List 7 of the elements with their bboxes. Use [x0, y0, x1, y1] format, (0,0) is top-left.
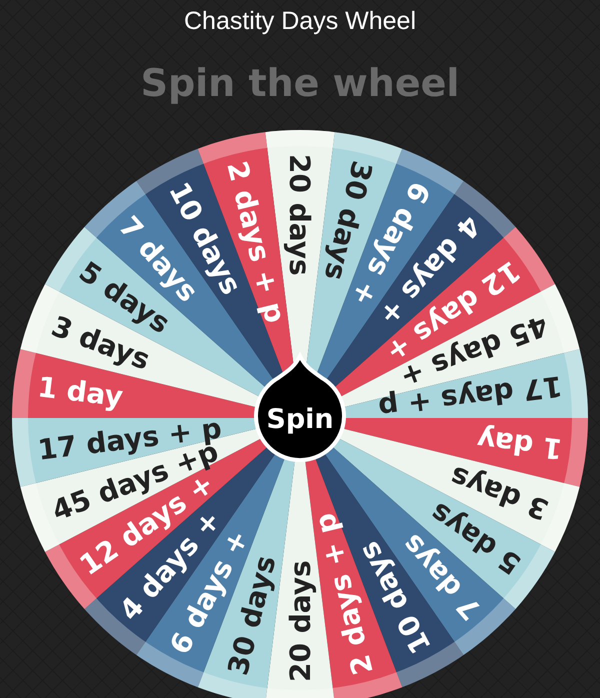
page-title: Chastity Days Wheel [184, 6, 416, 37]
segment-label: 1 day [36, 370, 125, 414]
heading: Spin the wheel [140, 60, 460, 106]
spin-button[interactable]: Spin [254, 354, 346, 462]
segment-label: 1 day [475, 422, 564, 466]
segment-label: 20 days [283, 154, 316, 276]
segment-label: 20 days [284, 560, 317, 682]
